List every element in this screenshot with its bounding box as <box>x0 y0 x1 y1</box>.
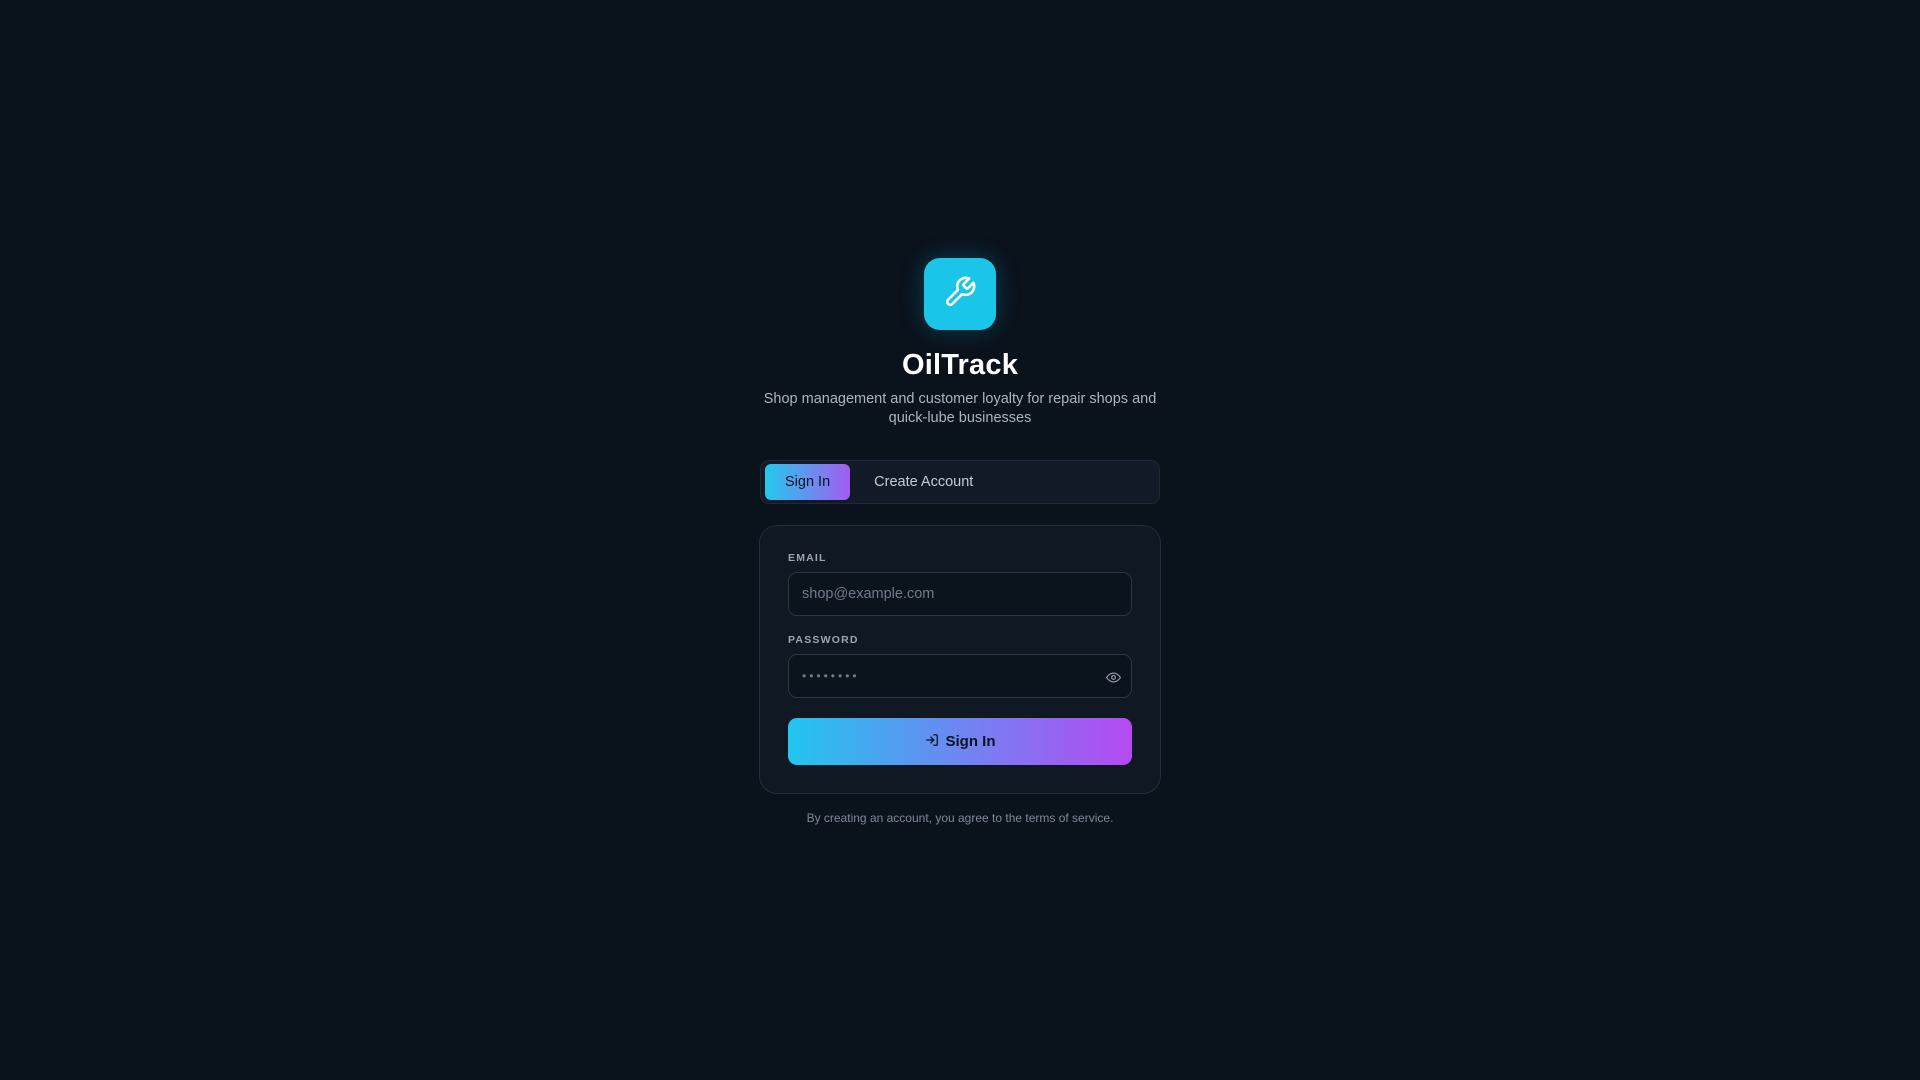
password-label: PASSWORD <box>788 634 859 646</box>
auth-tabs: Sign In Create Account <box>760 460 1160 504</box>
email-field-wrapper <box>788 572 1132 616</box>
eye-icon[interactable] <box>1104 668 1122 686</box>
app-tagline: Shop management and customer loyalty for… <box>763 391 1157 426</box>
auth-column: OilTrack Shop management and customer lo… <box>758 258 1162 825</box>
tab-sign-in[interactable]: Sign In <box>765 464 851 500</box>
sign-in-icon <box>925 733 939 751</box>
login-page: OilTrack Shop management and customer lo… <box>0 0 1920 1080</box>
sign-in-button[interactable]: Sign In <box>788 718 1132 765</box>
email-field[interactable] <box>789 573 1131 615</box>
wrench-icon <box>943 275 977 314</box>
tab-create-account[interactable]: Create Account <box>856 464 991 500</box>
password-field-wrapper <box>788 654 1132 698</box>
terms-notice: By creating an account, you agree to the… <box>806 811 1114 825</box>
sign-in-button-label: Sign In <box>945 733 996 750</box>
app-title: OilTrack <box>901 349 1019 381</box>
app-logo <box>924 258 996 330</box>
password-field[interactable] <box>789 655 1131 697</box>
email-label: EMAIL <box>788 552 827 564</box>
sign-in-card: EMAIL PASSWORD <box>759 525 1161 794</box>
